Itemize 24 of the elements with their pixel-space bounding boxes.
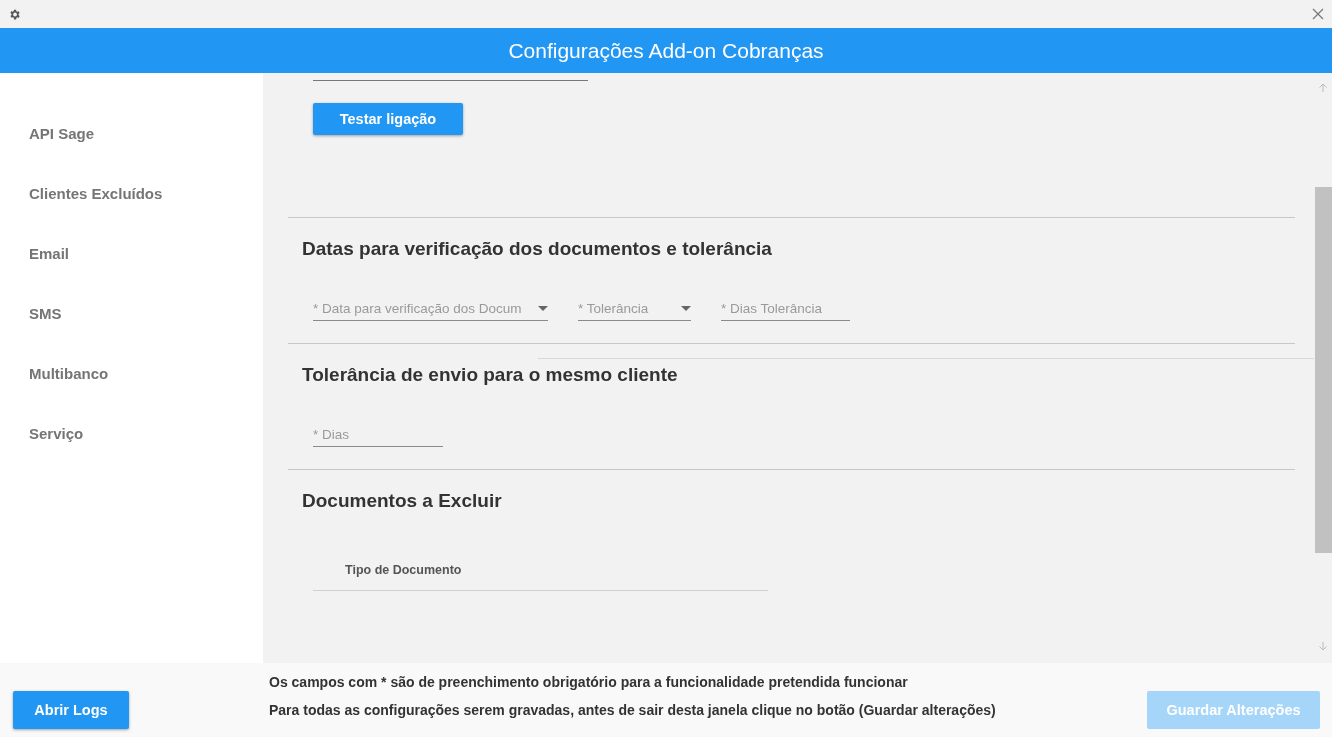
select-field[interactable]: * Data para verificação dos Docum <box>313 297 548 321</box>
sidebar-item[interactable]: API Sage <box>0 103 263 163</box>
input-field[interactable]: * Dias Tolerância <box>721 297 850 321</box>
window-title: Configurações Add-on Cobranças <box>508 38 824 63</box>
info-text: Para todas as configurações serem gravadas, antes de sair desta janela clique no botão (Guardar alterações) <box>269 702 997 718</box>
sidebar-item[interactable]: SMS <box>0 283 263 343</box>
section-heading: Datas para verificação dos documentos e tolerância <box>302 238 773 260</box>
section-heading: Documentos a Excluir <box>302 490 503 512</box>
caret-icon <box>681 306 691 311</box>
test-connection-button[interactable]: Testar ligação <box>313 103 463 135</box>
open-logs-button[interactable]: Abrir Logs <box>13 691 129 729</box>
settings-icon[interactable] <box>8 7 21 21</box>
section-heading: Tolerância de envio para o mesmo cliente <box>302 364 679 386</box>
sidebar-item[interactable]: Email <box>0 223 263 283</box>
sidebar-item[interactable]: Clientes Excluídos <box>0 163 263 223</box>
caret-icon <box>538 306 548 311</box>
close-icon[interactable] <box>1312 8 1324 20</box>
scrollbar-thumb[interactable] <box>1315 187 1332 553</box>
sidebar-item[interactable]: Multibanco <box>0 343 263 403</box>
sidebar-item[interactable]: Serviço <box>0 403 263 463</box>
info-text: Os campos com * são de preenchimento obrigatório para a funcionalidade pretendida funcionar <box>269 674 909 690</box>
column-header: Tipo de Documento <box>345 563 462 577</box>
select-field[interactable]: * Tolerância <box>578 297 691 321</box>
input-field[interactable]: * Dias <box>313 423 443 447</box>
